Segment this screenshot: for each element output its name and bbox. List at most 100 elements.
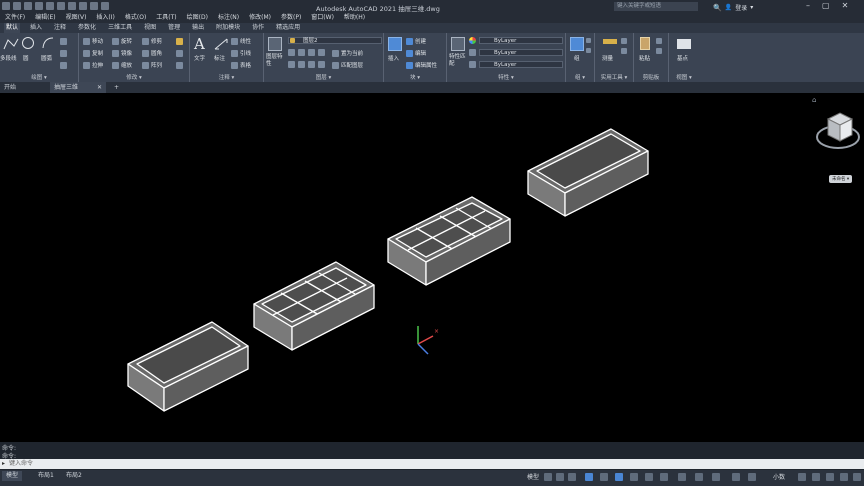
lineweight-dropdown[interactable]: ByLayer — [479, 61, 563, 68]
file-tab-start[interactable]: 开始 — [0, 82, 50, 93]
layer-tool-icon[interactable] — [288, 61, 295, 68]
group-icon[interactable] — [570, 37, 584, 51]
isolate-objects-icon[interactable] — [812, 473, 820, 481]
view-panel-title[interactable]: 视图 ▾ — [669, 73, 699, 81]
stretch-button[interactable]: 拉伸 — [83, 61, 103, 69]
tab-3d-tools[interactable]: 三维工具 — [106, 23, 134, 33]
clipboard-panel-title[interactable]: 剪贴板 — [634, 73, 668, 81]
layer-tool-icon[interactable] — [318, 49, 325, 56]
annotation-panel-title[interactable]: 注释 ▾ — [190, 73, 263, 81]
tab-manage[interactable]: 管理 — [166, 23, 182, 33]
layer-dropdown[interactable]: 图层2 — [288, 37, 382, 44]
circle-button[interactable]: 圆 — [23, 54, 29, 62]
tab-insert[interactable]: 插入 — [28, 23, 44, 33]
copy-clip-icon[interactable] — [656, 38, 662, 44]
base-button[interactable]: 基点 — [677, 54, 688, 62]
units-dropdown[interactable]: 小数 — [773, 472, 785, 481]
print-icon[interactable] — [68, 2, 76, 10]
user-icon[interactable]: 👤 — [725, 4, 732, 11]
groups-panel-title[interactable]: 组 ▾ — [566, 73, 594, 81]
paste-button[interactable]: 粘贴 — [639, 54, 650, 62]
maximize-button[interactable]: ▢ — [822, 1, 830, 10]
match-properties-button[interactable]: 特性匹配 — [449, 54, 467, 68]
insert-block-icon[interactable] — [388, 37, 402, 51]
file-tab-drawing[interactable]: 抽屉三维 ✕ — [50, 82, 106, 93]
scale-button[interactable]: 缩放 — [112, 61, 132, 69]
app-menu-icon[interactable] — [2, 2, 10, 10]
group-edit-icon[interactable] — [586, 48, 591, 53]
polyline-icon[interactable] — [3, 37, 19, 51]
dimension-button[interactable]: 标注 — [214, 54, 225, 62]
snap-icon[interactable] — [556, 473, 564, 481]
wcs-dropdown[interactable]: 未命名 ▾ — [829, 175, 853, 183]
menu-help[interactable]: 帮助(H) — [344, 13, 365, 23]
layer-tool-icon[interactable] — [318, 61, 325, 68]
menu-draw[interactable]: 绘图(D) — [187, 13, 208, 23]
drawer-open-1[interactable] — [127, 321, 249, 412]
object-tracking-icon[interactable] — [630, 473, 638, 481]
lineweight-toggle-icon[interactable] — [645, 473, 653, 481]
match-layer-button[interactable]: 匹配图层 — [332, 61, 363, 69]
new-file-icon[interactable] — [13, 2, 21, 10]
menu-modify[interactable]: 修改(M) — [249, 13, 271, 23]
tab-default[interactable]: 默认 — [4, 23, 21, 33]
menu-tools[interactable]: 工具(T) — [156, 13, 176, 23]
rectangle-icon[interactable] — [60, 50, 67, 57]
drawing-canvas[interactable]: × ⌂ 未命名 ▾ — [0, 93, 864, 442]
search-input[interactable]: 键入关键字或短语 — [614, 2, 698, 11]
redo-icon[interactable] — [90, 2, 98, 10]
layer-tool-icon[interactable] — [288, 49, 295, 56]
group-button[interactable]: 组 — [574, 54, 580, 62]
offset-icon[interactable] — [176, 62, 183, 69]
menu-format[interactable]: 格式(O) — [125, 13, 146, 23]
move-button[interactable]: 移动 — [83, 37, 103, 45]
menu-window[interactable]: 窗口(W) — [311, 13, 334, 23]
measure-icon[interactable] — [603, 39, 617, 44]
tab-addins[interactable]: 附加模块 — [214, 23, 242, 33]
measure-button[interactable]: 测量 — [602, 54, 613, 62]
close-button[interactable]: ✕ — [842, 1, 849, 10]
chevron-down-icon[interactable]: ▾ — [750, 4, 753, 11]
id-point-icon[interactable] — [621, 48, 627, 54]
model-space-toggle[interactable]: 模型 — [527, 472, 539, 481]
match-properties-icon[interactable] — [451, 37, 465, 51]
tab-output[interactable]: 输出 — [190, 23, 206, 33]
color-dropdown[interactable]: ByLayer — [479, 37, 563, 44]
save-icon[interactable] — [35, 2, 43, 10]
linear-button[interactable]: 线性 — [231, 37, 251, 45]
menu-view[interactable]: 视图(V) — [66, 13, 87, 23]
tab-collaborate[interactable]: 协作 — [250, 23, 266, 33]
layer-properties-button[interactable]: 图层特性 — [266, 54, 286, 68]
calculator-icon[interactable] — [621, 38, 627, 44]
grid-icon[interactable] — [544, 473, 552, 481]
tab-parametric[interactable]: 参数化 — [76, 23, 98, 33]
clean-screen-icon[interactable] — [840, 473, 848, 481]
copy-button[interactable]: 复制 — [83, 49, 103, 57]
hardware-acceleration-icon[interactable] — [826, 473, 834, 481]
layers-panel-title[interactable]: 图层 ▾ — [264, 73, 383, 81]
text-icon[interactable]: A — [194, 35, 205, 53]
new-tab-button[interactable]: + — [110, 82, 123, 93]
table-button[interactable]: 表格 — [231, 61, 251, 69]
menu-edit[interactable]: 编辑(E) — [35, 13, 55, 23]
paste-icon[interactable] — [640, 37, 650, 50]
object-snap-icon[interactable] — [615, 473, 623, 481]
undo-icon[interactable] — [79, 2, 87, 10]
dimension-icon[interactable] — [214, 37, 228, 51]
tab-featured-apps[interactable]: 精选应用 — [274, 23, 302, 33]
minimize-button[interactable]: – — [806, 1, 810, 10]
polar-icon[interactable] — [585, 473, 593, 481]
login-button[interactable]: 登录 — [735, 3, 747, 12]
layer-properties-icon[interactable] — [268, 37, 282, 51]
linetype-dropdown[interactable]: ByLayer — [479, 49, 563, 56]
quick-properties-icon[interactable] — [798, 473, 806, 481]
edit-block-button[interactable]: 编辑 — [406, 49, 426, 57]
layer-tool-icon[interactable] — [298, 49, 305, 56]
hatch-icon[interactable] — [60, 62, 67, 69]
erase-icon[interactable] — [176, 38, 183, 45]
layer-tool-icon[interactable] — [308, 61, 315, 68]
leader-button[interactable]: 引线 — [231, 49, 251, 57]
polyline-button[interactable]: 多段线 — [0, 54, 17, 62]
create-block-button[interactable]: 创建 — [406, 37, 426, 45]
arc-button[interactable]: 圆弧 — [41, 54, 52, 62]
